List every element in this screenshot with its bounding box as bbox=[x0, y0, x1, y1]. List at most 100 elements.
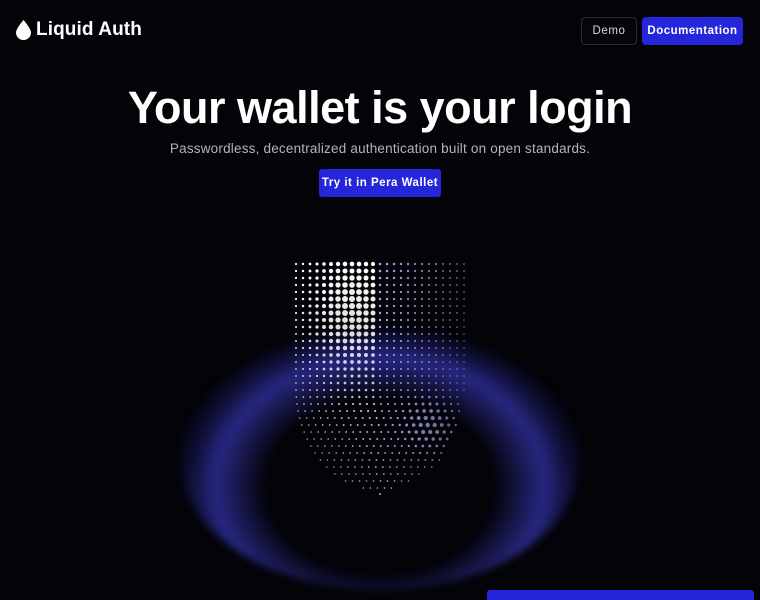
shield-dot bbox=[308, 353, 312, 357]
shield-dot bbox=[356, 289, 362, 295]
shield-dot bbox=[449, 340, 451, 342]
shield-dot bbox=[359, 431, 362, 433]
shield-dot bbox=[414, 361, 416, 363]
shield-dot bbox=[406, 388, 410, 392]
shield-dot bbox=[383, 487, 386, 489]
shield-dot bbox=[413, 388, 417, 392]
shield-dot bbox=[392, 283, 396, 287]
shield-dot bbox=[309, 382, 311, 384]
shield-dot bbox=[370, 282, 376, 288]
shield-dot bbox=[342, 268, 348, 274]
shield-dot bbox=[314, 424, 317, 426]
shield-dot bbox=[342, 352, 348, 358]
shield-dot bbox=[420, 318, 424, 322]
shield-dot bbox=[336, 388, 340, 392]
shield-dot bbox=[357, 388, 361, 392]
shield-dot bbox=[328, 324, 334, 330]
shield-dot bbox=[406, 290, 410, 294]
shield-dot bbox=[363, 296, 369, 302]
shield-dot bbox=[440, 451, 443, 455]
shield-dot bbox=[378, 332, 382, 336]
try-pera-wallet-button[interactable]: Try it in Pera Wallet bbox=[319, 169, 441, 197]
shield-dot bbox=[322, 367, 326, 371]
shield-dot bbox=[392, 353, 396, 357]
shield-dot bbox=[413, 318, 417, 322]
shield-dot bbox=[393, 395, 396, 399]
shield-dot bbox=[315, 339, 319, 343]
shield-dot bbox=[435, 319, 437, 321]
shield-dot bbox=[353, 466, 356, 468]
shield-dot bbox=[392, 262, 396, 266]
brand[interactable]: Liquid Auth bbox=[16, 19, 142, 41]
shield-dot bbox=[364, 360, 368, 364]
shield-dot bbox=[328, 317, 334, 323]
documentation-button[interactable]: Documentation bbox=[642, 17, 743, 45]
shield-dot bbox=[385, 346, 389, 350]
shield-dot bbox=[435, 347, 437, 349]
shield-dot bbox=[350, 388, 354, 392]
shield-dot bbox=[419, 451, 422, 455]
shield-dot bbox=[392, 381, 396, 385]
shield-dot bbox=[424, 459, 427, 461]
shield-dot bbox=[368, 459, 371, 461]
shield-dot bbox=[435, 326, 437, 328]
shield-dot bbox=[463, 263, 465, 265]
shield-dot bbox=[301, 318, 305, 322]
shield-dot bbox=[388, 409, 391, 413]
shield-dot bbox=[378, 304, 382, 308]
shield-dot bbox=[413, 269, 417, 273]
shield-dot bbox=[456, 361, 458, 363]
shield-dot bbox=[435, 368, 437, 370]
shield-dot bbox=[321, 452, 323, 454]
shield-dot bbox=[438, 437, 442, 441]
shield-dot bbox=[392, 339, 396, 343]
shield-dot bbox=[428, 333, 430, 335]
shield-dot bbox=[463, 340, 465, 342]
shield-dot bbox=[335, 324, 341, 330]
shield-dot bbox=[378, 269, 382, 273]
shield-dot bbox=[434, 297, 438, 301]
shield-dot bbox=[349, 331, 355, 337]
shield-dot bbox=[413, 311, 417, 315]
shield-dot bbox=[370, 331, 376, 337]
shield-dot bbox=[328, 310, 334, 316]
shield-dot bbox=[427, 318, 431, 322]
shield-dot bbox=[335, 317, 341, 323]
shield-dot bbox=[435, 395, 438, 399]
shield-tip-dot bbox=[379, 493, 381, 495]
shield-dot bbox=[356, 268, 362, 274]
shield-dot bbox=[294, 332, 298, 336]
demo-button[interactable]: Demo bbox=[581, 17, 637, 45]
shield-dot bbox=[406, 276, 410, 280]
shield-dot bbox=[435, 444, 439, 448]
shield-dot bbox=[455, 269, 459, 273]
shield-dot bbox=[441, 269, 445, 273]
shield-dot bbox=[306, 438, 308, 440]
shield-dot bbox=[385, 353, 389, 357]
shield-dot bbox=[420, 283, 424, 287]
shield-dot bbox=[335, 303, 341, 309]
shield-dot bbox=[423, 415, 428, 421]
shield-dot bbox=[313, 438, 315, 440]
shield-dot bbox=[349, 317, 355, 323]
shield-dot bbox=[406, 381, 410, 385]
bottom-panel-edge bbox=[487, 590, 754, 600]
shield-dot bbox=[344, 395, 347, 399]
shield-dot bbox=[420, 290, 424, 294]
shield-dot bbox=[295, 382, 297, 384]
shield-dot bbox=[314, 452, 316, 454]
shield-dot bbox=[315, 346, 319, 350]
shield-dot bbox=[399, 311, 403, 315]
shield-dot bbox=[434, 269, 438, 273]
shield-dot-grid bbox=[294, 261, 465, 495]
shield-dot bbox=[392, 311, 396, 315]
shield-dot bbox=[348, 438, 351, 440]
shield-dot bbox=[385, 262, 389, 266]
shield-dot bbox=[315, 297, 319, 301]
shield-dot bbox=[349, 424, 352, 426]
shield-dot bbox=[405, 452, 408, 454]
shield-dot bbox=[427, 297, 431, 301]
shield-dot bbox=[343, 360, 347, 364]
shield-dot bbox=[400, 402, 404, 406]
shield-dot bbox=[442, 319, 444, 321]
